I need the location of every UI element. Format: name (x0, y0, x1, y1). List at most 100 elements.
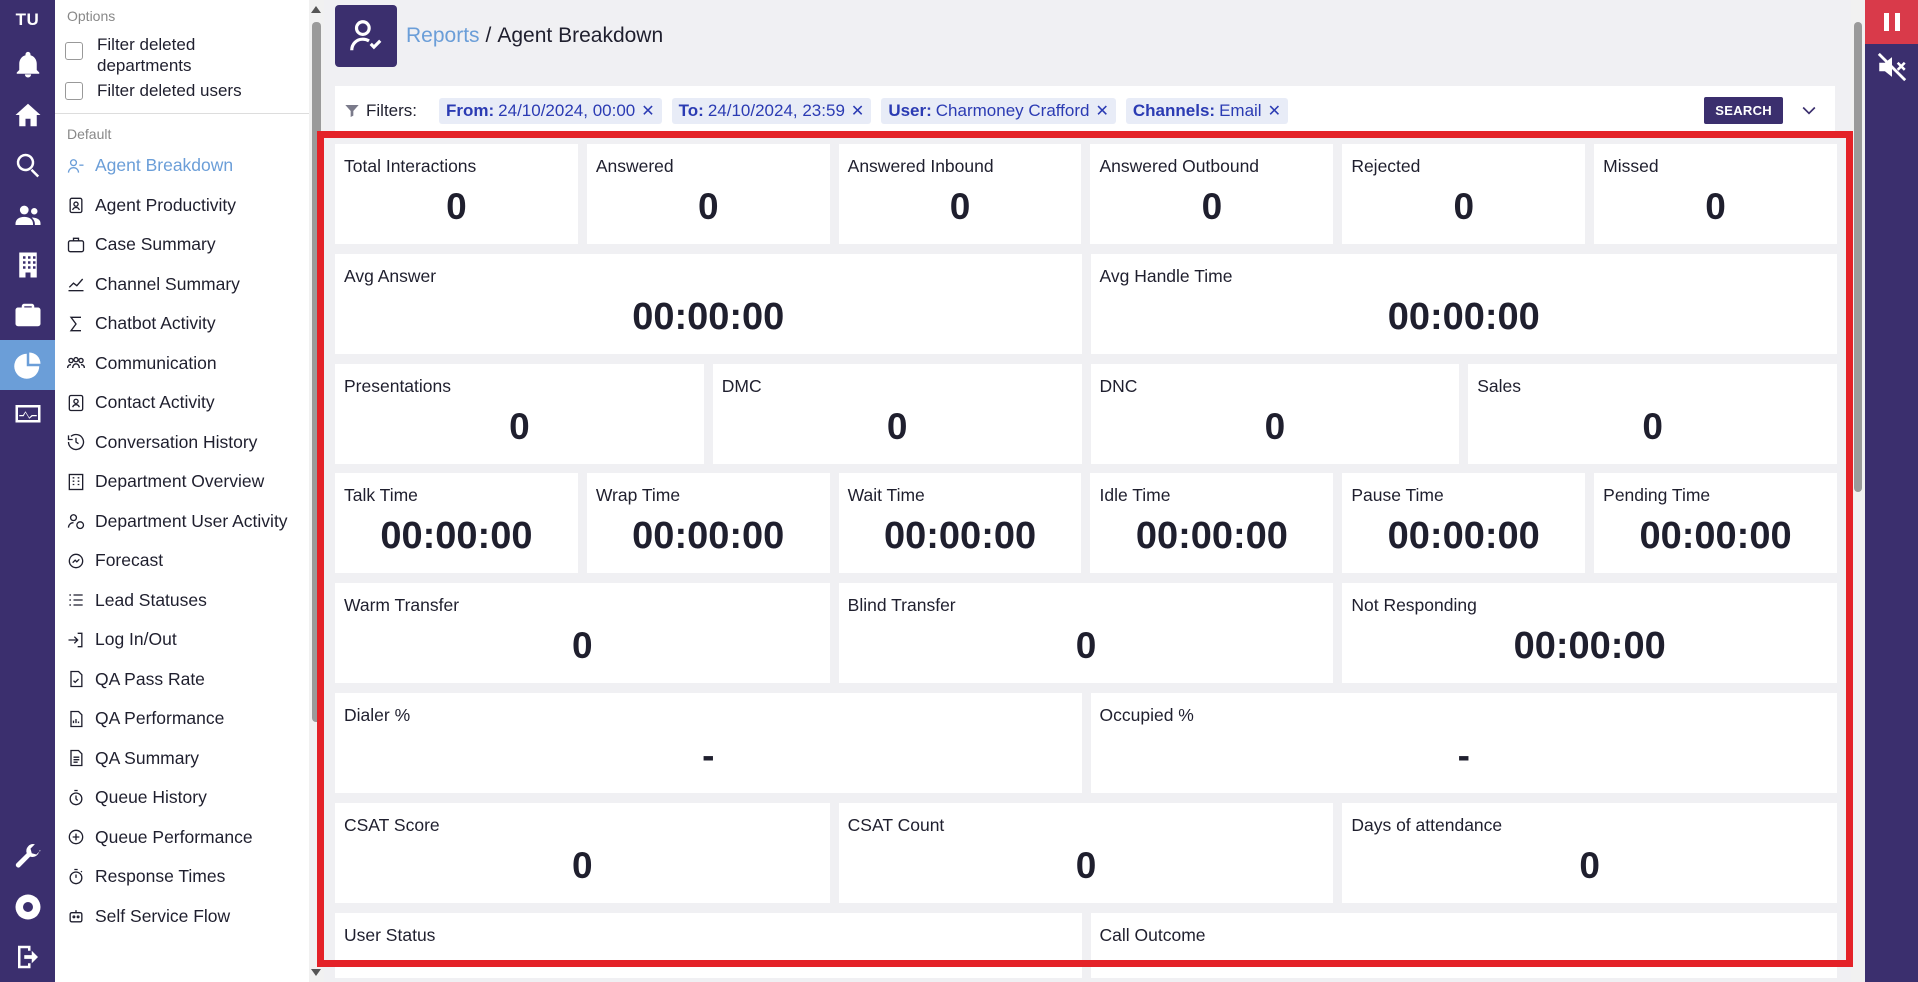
metric-label: CSAT Score (344, 815, 440, 835)
metric-card-talk-time: Talk Time 00:00:00 (335, 473, 578, 573)
metric-value: 0 (1579, 845, 1600, 886)
filter-chip[interactable]: To: 24/10/2024, 23:59 ✕ (671, 98, 872, 124)
report-item-log-in-out[interactable]: Log In/Out (55, 620, 309, 660)
metric-value: 0 (697, 186, 719, 227)
report-item-self-service-flow[interactable]: Self Service Flow (55, 897, 309, 937)
search-button[interactable]: SEARCH (1704, 97, 1783, 124)
search-icon[interactable] (0, 140, 55, 190)
metric-value: 0 (572, 625, 593, 666)
report-item-chatbot-activity[interactable]: Chatbot Activity (55, 304, 309, 344)
monitor-icon[interactable] (0, 390, 55, 440)
logout-icon[interactable] (0, 932, 55, 982)
remove-filter-icon[interactable]: ✕ (1095, 103, 1108, 120)
metric-card-rejected: Rejected 0 (1342, 144, 1586, 244)
report-item-contact-activity[interactable]: Contact Activity (55, 383, 309, 423)
filter-deleted-departments-checkbox[interactable]: Filter deleted departments (65, 34, 309, 76)
bell-icon[interactable] (0, 40, 55, 90)
filters-label: Filters: (366, 101, 417, 120)
chevron-down-icon[interactable] (1799, 100, 1819, 120)
filter-chip[interactable]: From: 24/10/2024, 00:00 ✕ (439, 98, 662, 124)
report-item-department-user-activity[interactable]: Department User Activity (55, 502, 309, 542)
breadcrumb-reports-link[interactable]: Reports (406, 24, 480, 47)
checkbox-label: Filter deleted departments (97, 35, 196, 75)
metric-card-answered: Answered 0 (586, 144, 830, 244)
remove-filter-icon[interactable]: ✕ (1268, 103, 1281, 120)
mute-icon[interactable] (1875, 50, 1909, 84)
report-item-conversation-history[interactable]: Conversation History (55, 423, 309, 463)
metric-value: 0 (446, 186, 467, 227)
home-icon[interactable] (0, 90, 55, 140)
metric-card-call-outcome: Call Outcome (1090, 913, 1837, 978)
filters-title: Filters: (344, 101, 417, 121)
metric-label: Talk Time (344, 485, 418, 505)
building-icon[interactable] (0, 240, 55, 290)
badge-icon (65, 194, 87, 216)
report-item-queue-history[interactable]: Queue History (55, 778, 309, 818)
metric-card-avg-answer: Avg Answer 00:00:00 (335, 254, 1082, 354)
metrics-row: Presentations 0 DMC 0 DNC 0 Sales 0 (335, 364, 1837, 464)
timer-icon (65, 787, 87, 809)
users-icon[interactable] (0, 190, 55, 240)
checkbox-label: Filter deleted users (97, 81, 242, 100)
briefcase-icon[interactable] (0, 290, 55, 340)
metric-card-wrap-time: Wrap Time 00:00:00 (586, 473, 830, 573)
stopwatch-icon (65, 866, 87, 888)
nav-scroll-thumb[interactable] (312, 22, 321, 722)
metrics-row: Dialer % - Occupied % - (335, 693, 1837, 793)
report-item-channel-summary[interactable]: Channel Summary (55, 265, 309, 305)
checkbox-box[interactable] (65, 42, 83, 60)
filter-chip[interactable]: User: Charmoney Crafford ✕ (881, 98, 1116, 124)
metric-value: - (1457, 735, 1470, 776)
metric-value: - (702, 735, 715, 776)
report-item-qa-performance[interactable]: QA Performance (55, 699, 309, 739)
metric-label: Wait Time (847, 485, 925, 505)
filter-chip-key: From: (446, 101, 495, 120)
metric-value: 0 (1201, 186, 1223, 227)
metric-label: Idle Time (1099, 485, 1171, 505)
metric-value: 00:00:00 (1387, 296, 1540, 338)
wrench-icon[interactable] (0, 832, 55, 882)
report-item-case-summary[interactable]: Case Summary (55, 225, 309, 265)
metric-value: 00:00:00 (380, 515, 533, 557)
filter-deleted-users-checkbox[interactable]: Filter deleted users (65, 80, 309, 101)
lifebuoy-icon[interactable] (0, 882, 55, 932)
metric-card-dnc: DNC 0 (1090, 364, 1460, 464)
agent-icon (65, 155, 87, 177)
report-item-qa-summary[interactable]: QA Summary (55, 739, 309, 779)
metric-value: 0 (949, 186, 971, 227)
nav-scrollbar[interactable] (309, 0, 324, 982)
main-rail: TU (0, 0, 55, 982)
report-item-lead-statuses[interactable]: Lead Statuses (55, 581, 309, 621)
remove-filter-icon[interactable]: ✕ (851, 103, 864, 120)
metric-card-warm-transfer: Warm Transfer 0 (335, 583, 830, 683)
scroll-down-arrow[interactable] (311, 969, 321, 976)
contact-card-icon (65, 392, 87, 414)
main-scroll-thumb[interactable] (1854, 22, 1862, 492)
list-icon (65, 589, 87, 611)
report-item-forecast[interactable]: Forecast (55, 541, 309, 581)
main-content: Reports / Agent Breakdown Filters: From: 24… (324, 0, 1852, 982)
checkbox-box[interactable] (65, 82, 83, 100)
report-item-agent-breakdown[interactable]: Agent Breakdown (55, 146, 309, 186)
report-item-label: QA Pass Rate (95, 668, 205, 689)
scroll-up-arrow[interactable] (311, 6, 321, 13)
pie-chart-icon[interactable] (0, 340, 55, 390)
filter-chip-key: User: (888, 101, 932, 120)
filter-chip-key: To: (678, 101, 704, 120)
report-item-agent-productivity[interactable]: Agent Productivity (55, 186, 309, 226)
right-rail (1865, 0, 1918, 982)
metric-label: Warm Transfer (344, 595, 460, 615)
report-item-response-times[interactable]: Response Times (55, 857, 309, 897)
report-item-department-overview[interactable]: Department Overview (55, 462, 309, 502)
report-item-communication[interactable]: Communication (55, 344, 309, 384)
report-item-queue-performance[interactable]: Queue Performance (55, 818, 309, 858)
brand-logo: TU (15, 10, 40, 29)
pause-icon[interactable] (1865, 0, 1918, 44)
filter-chip[interactable]: Channels: Email ✕ (1125, 98, 1288, 124)
main-scrollbar[interactable] (1851, 0, 1865, 982)
metric-card-answered-inbound: Answered Inbound 0 (838, 144, 1082, 244)
report-item-qa-pass-rate[interactable]: QA Pass Rate (55, 660, 309, 700)
remove-filter-icon[interactable]: ✕ (641, 103, 654, 120)
report-item-label: Self Service Flow (95, 905, 231, 926)
report-item-label: Queue History (95, 787, 207, 808)
